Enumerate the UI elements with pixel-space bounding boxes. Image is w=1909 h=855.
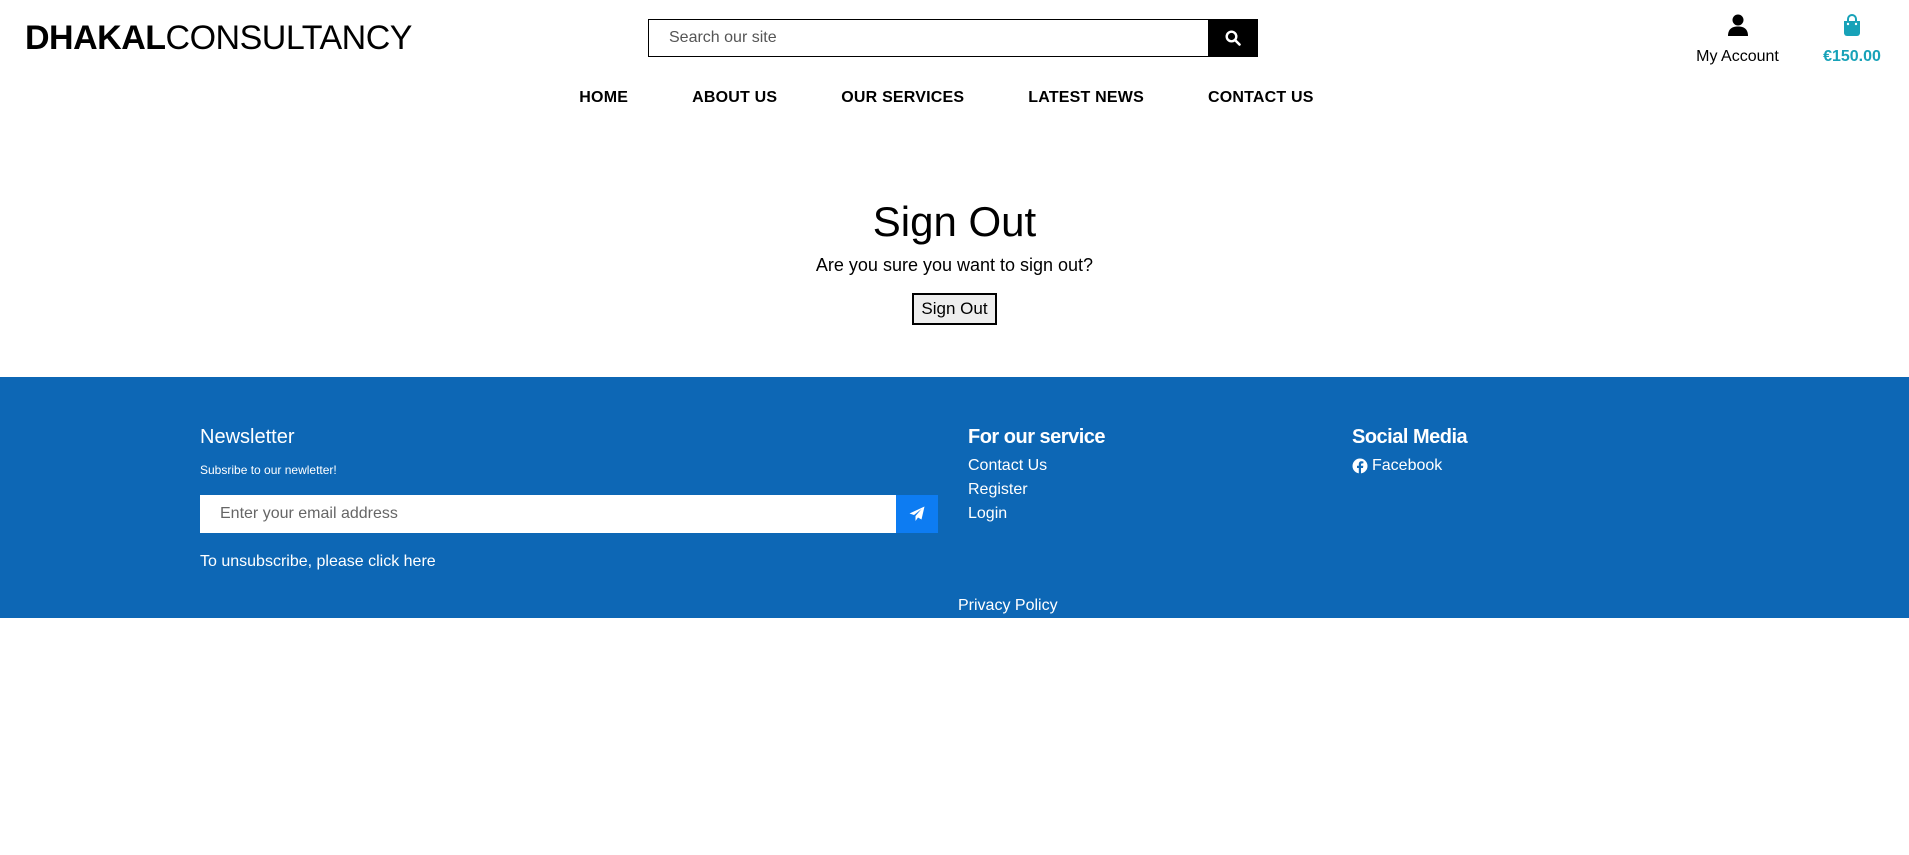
newsletter-heading: Newsletter: [200, 426, 295, 448]
facebook-icon: [1352, 458, 1368, 474]
sign-out-button[interactable]: Sign Out: [912, 293, 997, 325]
nav-home[interactable]: HOME: [579, 86, 628, 110]
social-links: Facebook: [1352, 454, 1467, 482]
site-footer: Newsletter Subsribe to our newletter! To…: [0, 377, 1909, 618]
logo-light-text: CONSULTANCY: [165, 19, 413, 57]
footer-login-link[interactable]: Login: [968, 505, 1007, 522]
social-section: Social Media Facebook: [1352, 425, 1468, 482]
signout-question: Are you sure you want to sign out?: [815, 255, 1094, 275]
unsubscribe-link[interactable]: To unsubscribe, please click here: [200, 553, 436, 570]
search-icon: [1225, 30, 1241, 46]
newsletter-subtitle: Subsribe to our newletter!: [200, 463, 337, 477]
main-navigation: HOME ABOUT US OUR SERVICES LATEST NEWS C…: [0, 86, 1909, 110]
paper-plane-icon: [909, 506, 925, 521]
search-button[interactable]: [1208, 19, 1258, 57]
facebook-link[interactable]: Facebook: [1352, 454, 1442, 478]
service-heading: For our service: [968, 426, 1106, 448]
newsletter-section: Newsletter Subsribe to our newletter! To…: [200, 425, 938, 571]
search-form: [648, 19, 1258, 57]
social-heading: Social Media: [1352, 426, 1468, 448]
shopping-bag-icon: [1844, 14, 1860, 36]
footer-contact-us-link[interactable]: Contact Us: [968, 457, 1047, 474]
newsletter-email-input[interactable]: [200, 495, 896, 533]
my-account-link[interactable]: My Account: [1690, 12, 1785, 66]
cart-total: €150.00: [1823, 48, 1881, 65]
service-links: Contact Us Register Login: [968, 454, 1105, 526]
my-account-label: My Account: [1696, 48, 1779, 65]
page-title: Sign Out: [872, 198, 1037, 245]
nav-latest-news[interactable]: LATEST NEWS: [1028, 86, 1144, 110]
service-section: For our service Contact Us Register Logi…: [968, 425, 1106, 526]
nav-contact-us[interactable]: CONTACT US: [1208, 86, 1314, 110]
newsletter-form: [200, 495, 938, 533]
footer-register-link[interactable]: Register: [968, 481, 1028, 498]
signout-section: Sign Out Are you sure you want to sign o…: [0, 196, 1909, 325]
newsletter-submit-button[interactable]: [896, 495, 938, 533]
nav-about-us[interactable]: ABOUT US: [692, 86, 777, 110]
user-icon: [1727, 14, 1748, 36]
privacy-policy-link[interactable]: Privacy Policy: [958, 597, 1058, 614]
site-logo[interactable]: DHAKALCONSULTANCY: [25, 18, 412, 58]
search-input[interactable]: [648, 19, 1208, 57]
nav-our-services[interactable]: OUR SERVICES: [841, 86, 964, 110]
logo-bold-text: DHAKAL: [25, 19, 166, 57]
shopping-cart-link[interactable]: €150.00: [1818, 12, 1886, 66]
facebook-label: Facebook: [1372, 457, 1443, 474]
